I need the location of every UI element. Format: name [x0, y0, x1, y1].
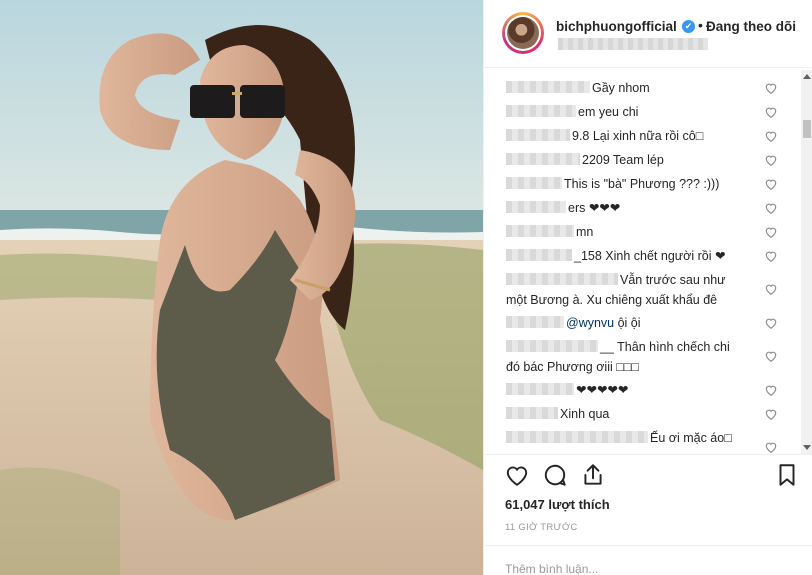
comments-scrollbar[interactable] — [801, 70, 812, 454]
username-link[interactable]: bichphuongofficial — [556, 19, 677, 34]
comment-like-heart-icon[interactable] — [764, 249, 778, 263]
comment-text: Gầy nhom — [592, 81, 650, 95]
comment-text: mn — [576, 225, 594, 239]
following-button[interactable]: Đang theo dõi — [706, 19, 796, 34]
comment-text: Xinh qua — [560, 407, 610, 421]
comment-text: 2209 Team lép — [582, 153, 664, 167]
beach-photo-image — [0, 0, 483, 575]
scroll-up-arrow-icon[interactable] — [803, 74, 811, 79]
scroll-down-arrow-icon[interactable] — [803, 445, 811, 450]
divider — [484, 454, 812, 455]
divider — [484, 545, 812, 546]
like-count[interactable]: 61,047 lượt thích — [505, 497, 610, 512]
comment-row-continued: đó bác Phương ơiii □□□ — [506, 357, 798, 377]
comment-row: Vẫn trước sau như — [506, 270, 798, 290]
comment-text: _158 Xinh chết người rồi ❤ — [574, 249, 726, 263]
comment-like-heart-icon[interactable] — [764, 407, 778, 421]
comment-text: một Bương à. Xu chiêng xuất khẩu đê — [506, 293, 718, 307]
comment-list: Gầy nhom em yeu chi 9.8 Lại xinh nữa rồi… — [484, 70, 798, 454]
add-comment-input[interactable]: Thêm bình luận... — [505, 562, 598, 575]
comment-text: ers ❤❤❤ — [568, 201, 621, 215]
comment-mention-link[interactable]: @wynvu — [566, 316, 614, 330]
comment-row: @wynvu ội ội — [506, 313, 798, 333]
comment-text: ội ội — [617, 316, 641, 330]
post-side-panel: bichphuongofficial ✔ • Đang theo dõi Gầy… — [483, 0, 812, 575]
comment-like-heart-icon[interactable] — [764, 81, 778, 95]
scrollbar-thumb[interactable] — [803, 120, 811, 138]
avatar[interactable] — [502, 12, 544, 54]
comment-row-continued: một Bương à. Xu chiêng xuất khẩu đê — [506, 290, 798, 310]
comment-row: _158 Xinh chết người rồi ❤ — [506, 246, 798, 266]
comment-row: __ Thân hình chếch chi — [506, 337, 798, 357]
post-header: bichphuongofficial ✔ • Đang theo dõi — [484, 0, 812, 68]
comment-row: Ếu ơi mặc áo□ — [506, 428, 798, 448]
comment-row: ers ❤❤❤ — [506, 198, 798, 218]
comment-like-heart-icon[interactable] — [764, 105, 778, 119]
comment-text: ❤❤❤❤❤ — [576, 383, 629, 397]
comment-like-heart-icon[interactable] — [764, 383, 778, 397]
comment-row: Gầy nhom — [506, 78, 798, 98]
comment-text: __ Thân hình chếch chi — [600, 340, 730, 354]
comment-row: This is "bà" Phương ??? :))) — [506, 174, 798, 194]
comment-icon[interactable] — [542, 462, 568, 488]
bookmark-icon[interactable] — [774, 462, 800, 488]
comment-text: This is "bà" Phương ??? :))) — [564, 177, 720, 191]
comment-text: đó bác Phương ơiii □□□ — [506, 360, 639, 374]
comment-row: mn — [506, 222, 798, 242]
comment-like-heart-icon[interactable] — [764, 225, 778, 239]
comment-like-heart-icon[interactable] — [764, 282, 778, 296]
comment-like-heart-icon[interactable] — [764, 129, 778, 143]
verified-badge-icon: ✔ — [682, 20, 695, 33]
location-redacted — [558, 38, 708, 50]
comment-like-heart-icon[interactable] — [764, 153, 778, 167]
comment-like-heart-icon[interactable] — [764, 440, 778, 454]
comment-row: ❤❤❤❤❤ — [506, 380, 798, 400]
post-timestamp[interactable]: 11 GIỜ TRƯỚC — [505, 522, 578, 533]
share-icon[interactable] — [580, 462, 606, 488]
separator-dot: • — [698, 17, 703, 33]
comment-like-heart-icon[interactable] — [764, 349, 778, 363]
comment-row: 2209 Team lép — [506, 150, 798, 170]
comment-row: 9.8 Lại xinh nữa rồi cô□ — [506, 126, 798, 146]
comment-row: em yeu chi — [506, 102, 798, 122]
heart-icon[interactable] — [504, 462, 530, 488]
comment-like-heart-icon[interactable] — [764, 316, 778, 330]
comment-row: Xinh qua — [506, 404, 798, 424]
comment-like-heart-icon[interactable] — [764, 201, 778, 215]
comment-text: 9.8 Lại xinh nữa rồi cô□ — [572, 129, 704, 143]
post-photo[interactable] — [0, 0, 483, 575]
comment-like-heart-icon[interactable] — [764, 177, 778, 191]
comment-text: Vẫn trước sau như — [620, 273, 726, 287]
comment-text: em yeu chi — [578, 105, 639, 119]
comment-text: Ếu ơi mặc áo□ — [650, 431, 732, 445]
